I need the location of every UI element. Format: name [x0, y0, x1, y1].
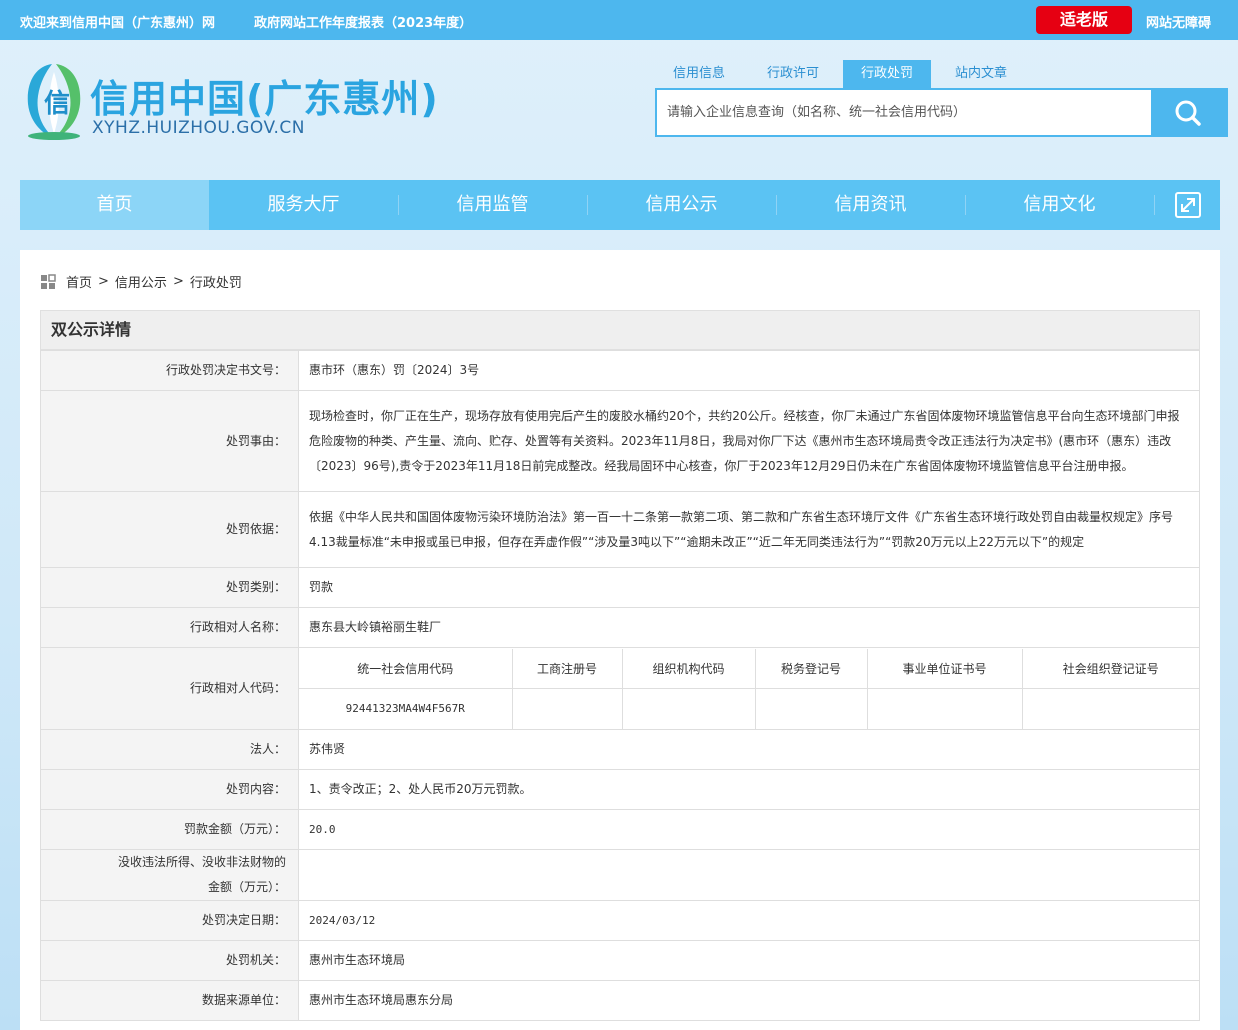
row-basis: 处罚依据： 依据《中华人民共和国固体废物污染环境防治法》第一百一十二条第一款第二…	[40, 491, 1200, 568]
code-value	[1021, 688, 1199, 729]
breadcrumb-home[interactable]: 首页	[66, 272, 92, 291]
label-category: 处罚类别：	[40, 567, 299, 608]
label-confiscation: 没收违法所得、没收非法财物的 金额（万元）：	[40, 849, 299, 901]
row-decision-no: 行政处罚决定书文号： 惠市环（惠东）罚〔2024〕3号	[40, 350, 1200, 391]
value-amount: 20.0	[298, 809, 1200, 850]
label-confiscation-line1: 没收违法所得、没收非法财物的	[117, 855, 286, 869]
search-box	[655, 88, 1228, 137]
site-domain: XYHZ.HUIZHOU.GOV.CN	[92, 118, 305, 138]
value-reason: 现场检查时，你厂正在生产，现场存放有使用完后产生的废胶水桶约20个，共约20公斤…	[298, 390, 1200, 492]
breadcrumb-icon	[41, 273, 56, 289]
detail-table: 行政处罚决定书文号： 惠市环（惠东）罚〔2024〕3号 处罚事由： 现场检查时，…	[40, 350, 1200, 1021]
breadcrumb-admin-penalty[interactable]: 行政处罚	[190, 272, 242, 291]
top-bar: 欢迎来到信用中国（广东惠州）网 政府网站工作年度报表（2023年度） 适老版 网…	[0, 0, 1238, 40]
search-input[interactable]	[657, 90, 1151, 135]
value-confiscation	[298, 849, 1200, 901]
row-authority: 处罚机关： 惠州市生态环境局	[40, 940, 1200, 981]
code-value: 92441323MA4W4F567R	[299, 688, 513, 729]
label-party-code: 行政相对人代码：	[40, 647, 299, 730]
breadcrumb-separator: >	[172, 274, 184, 289]
nav-item-home[interactable]: 首页	[20, 180, 209, 230]
fullscreen-icon[interactable]	[1175, 192, 1201, 218]
row-party-code: 行政相对人代码： 统一社会信用代码 工商注册号 组织机构代码 税务登记号 事业单…	[40, 647, 1200, 730]
row-confiscation: 没收违法所得、没收非法财物的 金额（万元）：	[40, 849, 1200, 901]
nav-item-credit-news[interactable]: 信用资讯	[776, 180, 965, 230]
site-logo[interactable]: 信 信用中国(广东惠州) XYHZ.HUIZHOU.GOV.CN	[22, 60, 442, 144]
row-decision-date: 处罚决定日期： 2024/03/12	[40, 900, 1200, 941]
search-tab-admin-penalty[interactable]: 行政处罚	[843, 60, 931, 88]
nav-item-credit-culture[interactable]: 信用文化	[965, 180, 1154, 230]
row-party-name: 行政相对人名称： 惠东县大岭镇裕丽生鞋厂	[40, 607, 1200, 648]
site-name: 信用中国(广东惠州)	[90, 77, 439, 121]
code-value	[511, 688, 623, 729]
code-header: 社会组织登记证号	[1021, 648, 1199, 689]
search-icon	[1175, 100, 1201, 126]
breadcrumb: 首页 > 信用公示 > 行政处罚	[40, 272, 242, 291]
code-header: 统一社会信用代码	[299, 648, 513, 689]
value-source: 惠州市生态环境局惠东分局	[298, 980, 1200, 1021]
code-header: 工商注册号	[511, 648, 623, 689]
value-legal-person: 苏伟贤	[298, 729, 1200, 770]
welcome-text: 欢迎来到信用中国（广东惠州）网	[20, 16, 216, 31]
party-code-cell: 统一社会信用代码 工商注册号 组织机构代码 税务登记号 事业单位证书号 社会组织…	[298, 647, 1200, 730]
nav-item-credit-publicity[interactable]: 信用公示	[587, 180, 776, 230]
nav-item-credit-supervision[interactable]: 信用监管	[398, 180, 587, 230]
search-tab-admin-license[interactable]: 行政许可	[749, 60, 837, 88]
label-confiscation-line2: 金额（万元）：	[207, 880, 286, 894]
label-legal-person: 法人：	[40, 729, 299, 770]
label-content: 处罚内容：	[40, 769, 299, 810]
search-button[interactable]	[1151, 90, 1226, 135]
nav-item-service-hall[interactable]: 服务大厅	[209, 180, 398, 230]
label-decision-no: 行政处罚决定书文号：	[40, 350, 299, 391]
row-reason: 处罚事由： 现场检查时，你厂正在生产，现场存放有使用完后产生的废胶水桶约20个，…	[40, 390, 1200, 492]
label-authority: 处罚机关：	[40, 940, 299, 981]
value-basis: 依据《中华人民共和国固体废物污染环境防治法》第一百一十二条第一款第二项、第二款和…	[298, 491, 1200, 568]
search-tab-site-articles[interactable]: 站内文章	[937, 60, 1025, 88]
label-source: 数据来源单位：	[40, 980, 299, 1021]
code-header: 税务登记号	[754, 648, 868, 689]
annual-report-link[interactable]: 政府网站工作年度报表（2023年度）	[254, 12, 472, 31]
row-category: 处罚类别： 罚款	[40, 567, 1200, 608]
row-source: 数据来源单位： 惠州市生态环境局惠东分局	[40, 980, 1200, 1021]
accessibility-link[interactable]: 网站无障碍	[1146, 12, 1211, 31]
label-basis: 处罚依据：	[40, 491, 299, 568]
breadcrumb-credit-publicity[interactable]: 信用公示	[115, 272, 167, 291]
value-decision-no: 惠市环（惠东）罚〔2024〕3号	[298, 350, 1200, 391]
row-legal-person: 法人： 苏伟贤	[40, 729, 1200, 770]
value-category: 罚款	[298, 567, 1200, 608]
main-nav: 首页 服务大厅 信用监管 信用公示 信用资讯 信用文化	[20, 180, 1220, 230]
label-decision-date: 处罚决定日期：	[40, 900, 299, 941]
value-party-name: 惠东县大岭镇裕丽生鞋厂	[298, 607, 1200, 648]
search-tab-credit-info[interactable]: 信用信息	[655, 60, 743, 88]
label-amount: 罚款金额（万元）：	[40, 809, 299, 850]
code-header: 事业单位证书号	[866, 648, 1023, 689]
row-amount: 罚款金额（万元）： 20.0	[40, 809, 1200, 850]
label-reason: 处罚事由：	[40, 390, 299, 492]
value-decision-date: 2024/03/12	[298, 900, 1200, 941]
code-value	[866, 688, 1023, 729]
label-party-name: 行政相对人名称：	[40, 607, 299, 648]
svg-text:信: 信	[44, 89, 70, 119]
row-content: 处罚内容： 1、责令改正；2、处人民币20万元罚款。	[40, 769, 1200, 810]
logo-emblem-icon: 信	[27, 64, 81, 140]
content-panel: 首页 > 信用公示 > 行政处罚 双公示详情 行政处罚决定书文号： 惠市环（惠东…	[20, 250, 1220, 1030]
value-authority: 惠州市生态环境局	[298, 940, 1200, 981]
value-content: 1、责令改正；2、处人民币20万元罚款。	[298, 769, 1200, 810]
party-code-table: 统一社会信用代码 工商注册号 组织机构代码 税务登记号 事业单位证书号 社会组织…	[299, 648, 1199, 729]
detail-title: 双公示详情	[40, 310, 1200, 350]
code-value	[621, 688, 756, 729]
breadcrumb-separator: >	[98, 274, 109, 289]
code-value	[754, 688, 868, 729]
code-header: 组织机构代码	[621, 648, 756, 689]
elder-mode-button[interactable]: 适老版	[1036, 6, 1132, 34]
